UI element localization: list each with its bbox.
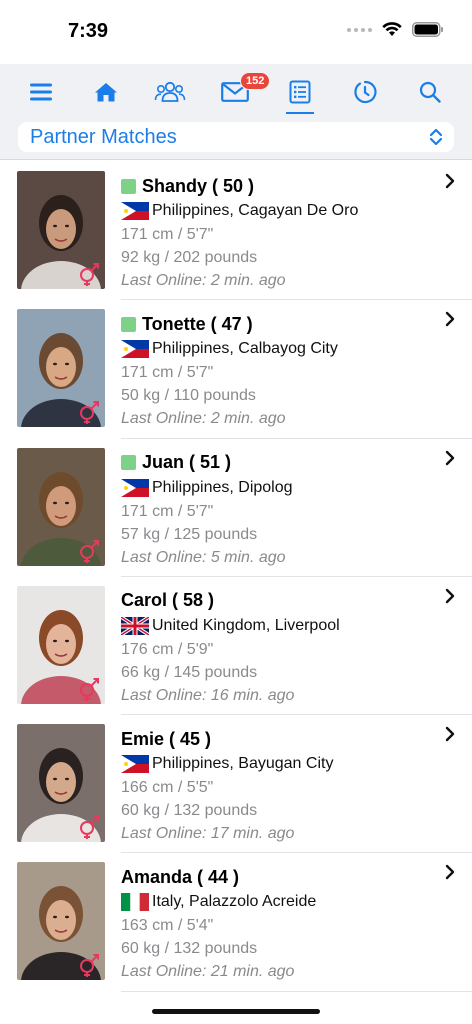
- match-last-online: Last Online: 5 min. ago: [121, 548, 286, 566]
- history-button[interactable]: [347, 74, 383, 110]
- profile-photo[interactable]: [17, 309, 105, 428]
- battery-icon: [412, 22, 443, 37]
- match-location: Philippines, Calbayog City: [152, 340, 338, 358]
- match-row[interactable]: Carol ( 58 ) United Kingdom, Liverpool 1…: [0, 577, 472, 716]
- profile-photo[interactable]: [17, 724, 105, 843]
- match-weight: 92 kg / 202 pounds: [121, 249, 258, 266]
- home-indicator[interactable]: [152, 1009, 320, 1014]
- match-last-online: Last Online: 17 min. ago: [121, 825, 295, 843]
- chevron-right-icon: [445, 450, 455, 465]
- match-info: Juan ( 51 ) Philippines, Dipolog 171 cm …: [121, 451, 452, 569]
- match-weight: 60 kg / 132 pounds: [121, 802, 258, 820]
- wifi-icon: [382, 22, 402, 36]
- group-icon: [154, 81, 186, 102]
- match-weight: 60 kg / 132 pounds: [121, 940, 258, 958]
- search-icon: [419, 81, 441, 103]
- chevron-right-icon: [445, 312, 455, 327]
- profile-photo[interactable]: [17, 171, 105, 289]
- gender-symbol-icon: [80, 816, 99, 840]
- home-button[interactable]: [88, 74, 124, 110]
- online-indicator: [121, 455, 136, 471]
- active-tab-indicator: [286, 112, 314, 114]
- match-name: Carol ( 58 ): [121, 590, 215, 611]
- chevron-right-icon: [445, 588, 455, 604]
- match-location: Philippines, Dipolog: [152, 478, 293, 496]
- match-last-online: Last Online: 2 min. ago: [121, 272, 286, 289]
- match-height: 166 cm / 5'5": [121, 779, 214, 797]
- chevron-right-icon: [445, 865, 455, 880]
- match-weight: 50 kg / 110 pounds: [121, 387, 256, 405]
- match-name: Emie ( 45 ): [121, 728, 212, 749]
- online-indicator: [121, 178, 136, 194]
- philippines-flag-icon: [121, 202, 149, 220]
- philippines-flag-icon: [121, 340, 149, 359]
- gender-symbol-icon: [80, 954, 99, 978]
- match-weight: 57 kg / 125 pounds: [121, 525, 258, 543]
- chevron-right-icon: [445, 173, 455, 189]
- match-row[interactable]: Juan ( 51 ) Philippines, Dipolog 171 cm …: [0, 439, 472, 577]
- match-info: Amanda ( 44 ) Italy, Palazzolo Acreide 1…: [121, 865, 452, 983]
- match-location: United Kingdom, Liverpool: [152, 616, 340, 634]
- profile-photo[interactable]: [17, 447, 105, 566]
- match-name: Juan ( 51 ): [142, 452, 232, 473]
- match-info: Carol ( 58 ) United Kingdom, Liverpool 1…: [120, 589, 452, 707]
- match-info: Shandy ( 50 ) Philippines, Cagayan De Or…: [121, 174, 452, 292]
- menu-button[interactable]: [23, 74, 59, 110]
- unread-badge: 152: [240, 72, 271, 90]
- profile-photo[interactable]: [17, 862, 105, 981]
- navigation-area: 152 Partner Matches: [0, 64, 472, 160]
- status-bar: 7:39: [0, 0, 472, 64]
- match-name: Tonette ( 47 ): [142, 313, 253, 334]
- match-height: 171 cm / 5'7": [121, 502, 214, 520]
- community-button[interactable]: [152, 74, 188, 110]
- home-icon: [95, 83, 117, 102]
- match-last-online: Last Online: 16 min. ago: [121, 686, 295, 704]
- gender-symbol-icon: [80, 677, 99, 701]
- match-row[interactable]: Shandy ( 50 ) Philippines, Cagayan De Or…: [0, 162, 472, 301]
- status-indicators: [347, 22, 444, 37]
- match-row[interactable]: Emie ( 45 ) Philippines, Bayugan City 16…: [0, 715, 472, 854]
- match-list: Shandy ( 50 ) Philippines, Cagayan De Or…: [0, 162, 472, 992]
- gender-symbol-icon: [80, 539, 99, 563]
- match-location: Philippines, Cagayan De Oro: [152, 202, 359, 219]
- gender-symbol-icon: [80, 263, 99, 286]
- row-divider: [121, 990, 472, 992]
- match-height: 163 cm / 5'4": [121, 917, 214, 935]
- list-icon: [289, 80, 311, 104]
- search-button[interactable]: [412, 74, 448, 110]
- selector-label: Partner Matches: [30, 125, 177, 148]
- match-name: Amanda ( 44 ): [121, 866, 240, 887]
- match-name: Shandy ( 50 ): [142, 175, 255, 196]
- match-last-online: Last Online: 2 min. ago: [121, 410, 286, 428]
- match-info: Emie ( 45 ) Philippines, Bayugan City 16…: [121, 727, 452, 845]
- toolbar: 152: [0, 70, 472, 114]
- match-info: Tonette ( 47 ) Philippines, Calbayog Cit…: [121, 312, 452, 430]
- match-location: Italy, Palazzolo Acreide: [152, 893, 317, 911]
- match-row[interactable]: Amanda ( 44 ) Italy, Palazzolo Acreide 1…: [0, 853, 472, 992]
- profile-photo[interactable]: [17, 585, 105, 704]
- match-type-selector[interactable]: Partner Matches: [18, 122, 454, 152]
- philippines-flag-icon: [121, 755, 149, 774]
- match-height: 171 cm / 5'7": [121, 226, 214, 243]
- uk-flag-icon: [120, 615, 150, 637]
- history-icon: [354, 80, 377, 104]
- gender-symbol-icon: [80, 401, 99, 425]
- match-last-online: Last Online: 21 min. ago: [121, 963, 295, 981]
- match-row[interactable]: Tonette ( 47 ) Philippines, Calbayog Cit…: [0, 300, 472, 439]
- match-height: 176 cm / 5'9": [121, 640, 214, 658]
- online-indicator: [121, 316, 136, 332]
- signal-icon: [347, 27, 372, 32]
- matches-list-button[interactable]: [282, 74, 318, 110]
- philippines-flag-icon: [121, 478, 149, 497]
- up-down-chevron-icon: [429, 128, 443, 146]
- match-location: Philippines, Bayugan City: [152, 755, 334, 773]
- italy-flag-icon: [121, 893, 149, 912]
- match-weight: 66 kg / 145 pounds: [121, 663, 258, 681]
- status-time: 7:39: [68, 20, 109, 42]
- menu-icon: [30, 83, 52, 101]
- match-height: 171 cm / 5'7": [121, 364, 214, 382]
- chevron-right-icon: [445, 726, 455, 742]
